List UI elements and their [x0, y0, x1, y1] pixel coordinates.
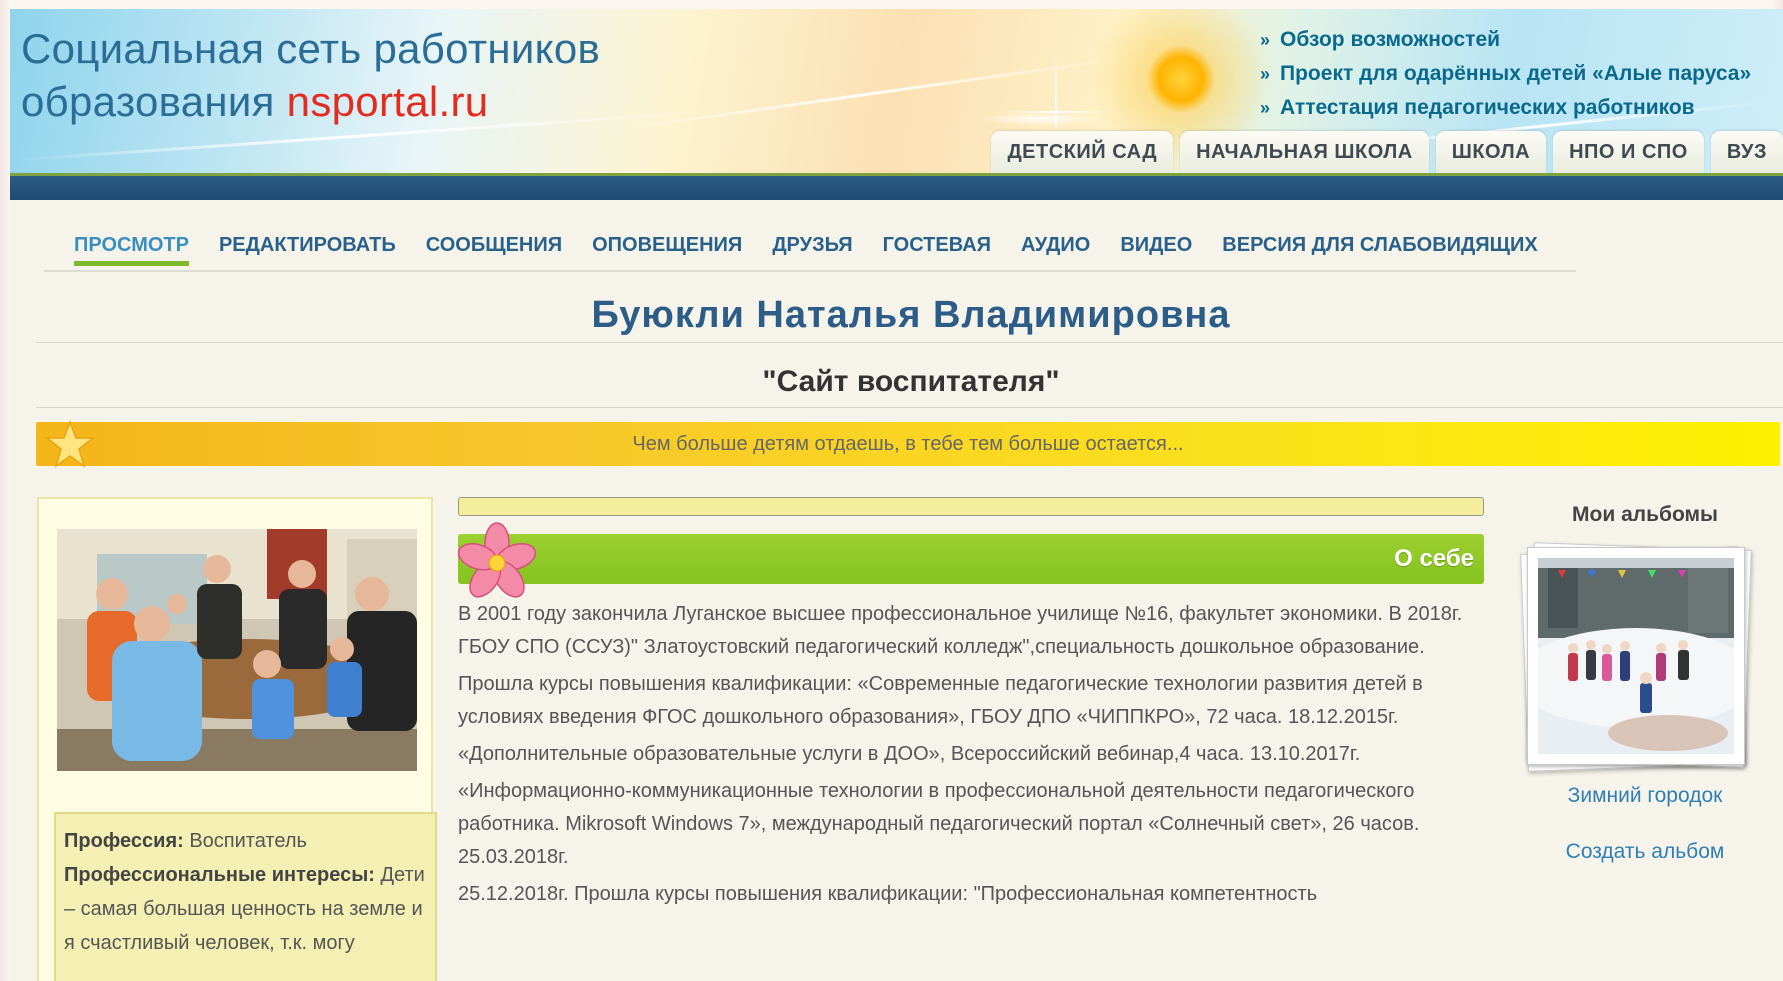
profile-card: Профессия: Воспитатель Профессиональные …: [37, 497, 437, 981]
tab-kindergarten[interactable]: ДЕТСКИЙ САД: [991, 131, 1174, 173]
divider: [36, 407, 1783, 408]
profile-info: Профессия: Воспитатель Профессиональные …: [54, 812, 437, 981]
interests-label: Профессиональные интересы:: [64, 864, 375, 886]
site-title-line2: образования nsportal.ru: [21, 75, 600, 128]
owner-name: Буюкли Наталья Владимировна: [591, 294, 1231, 336]
top-link-overview[interactable]: » Обзор возможностей: [1260, 23, 1751, 57]
nav-video[interactable]: ВИДЕО: [1120, 234, 1192, 264]
nav-view[interactable]: ПРОСМОТР: [74, 234, 189, 266]
about-paragraph: В 2001 году закончила Луганское высшее п…: [458, 603, 1463, 658]
about-paragraph: Прошла курсы повышения квалификации: «Со…: [458, 673, 1423, 728]
top-link-project[interactable]: » Проект для одарённых детей «Алые паруса…: [1260, 57, 1751, 91]
top-link-attestation[interactable]: » Аттестация педагогических работников: [1260, 91, 1751, 125]
top-links: » Обзор возможностей » Проект для одарённы…: [1260, 23, 1751, 125]
about-paragraph: «Дополнительные образовательные услуги в…: [458, 743, 1361, 765]
about-header: О себе: [457, 522, 1484, 598]
motto-bar: Чем больше детям отдаешь, в тебе тем бол…: [36, 419, 1780, 468]
profession-row: Профессия: Воспитатель: [64, 824, 427, 858]
album-photo-image: [1538, 558, 1734, 754]
nav-messages[interactable]: СООБЩЕНИЯ: [426, 234, 562, 264]
tab-npo-spo[interactable]: НПО И СПО: [1553, 131, 1704, 173]
nav-friends[interactable]: ДРУЗЬЯ: [772, 234, 852, 264]
header-bar: [10, 173, 1783, 200]
nav-notifications[interactable]: ОПОВЕЩЕНИЯ: [592, 234, 742, 264]
album-photo: [1538, 558, 1734, 754]
site-brand: nsportal.ru: [286, 78, 489, 125]
link-marker: »: [1260, 30, 1271, 50]
about-title: О себе: [1394, 545, 1474, 572]
nav-edit[interactable]: РЕДАКТИРОВАТЬ: [219, 234, 396, 264]
header-decoration: [995, 111, 1115, 113]
motto-text: Чем больше детям отдаешь, в тебе тем бол…: [632, 433, 1184, 455]
nav-accessible-version[interactable]: ВЕРСИЯ ДЛЯ СЛАБОВИДЯЩИХ: [1222, 234, 1537, 264]
top-link-label: Проект для одарённых детей «Алые паруса»: [1280, 62, 1752, 85]
page: Социальная сеть работников образования n…: [10, 9, 1783, 981]
album-caption-link[interactable]: Зимний городок: [1515, 784, 1775, 808]
album-card: [1527, 547, 1745, 765]
tab-school[interactable]: ШКОЛА: [1435, 131, 1547, 173]
profile-photo-image: [57, 529, 417, 771]
site-logo-title[interactable]: Социальная сеть работников образования n…: [21, 22, 600, 128]
divider: [36, 342, 1783, 343]
profile-photo[interactable]: [57, 529, 417, 771]
interests-row: Профессиональные интересы: Дети – самая …: [64, 858, 427, 960]
about-paragraph: «Информационно-коммуникационные технолог…: [458, 780, 1420, 868]
top-link-label: Аттестация педагогических работников: [1280, 96, 1695, 119]
profile-nav: ПРОСМОТР РЕДАКТИРОВАТЬ СООБЩЕНИЯ ОПОВЕЩЕ…: [44, 222, 1576, 272]
tab-university[interactable]: ВУЗ: [1710, 131, 1783, 173]
about-text: В 2001 году закончила Луганское высшее п…: [458, 598, 1498, 915]
link-marker: »: [1260, 64, 1271, 84]
profession-label: Профессия:: [64, 830, 184, 852]
content-top-bar: [458, 497, 1484, 516]
nav-audio[interactable]: АУДИО: [1021, 234, 1090, 264]
top-link-label: Обзор возможностей: [1280, 28, 1501, 51]
albums-title: Мои альбомы: [1572, 503, 1718, 526]
flower-icon: [457, 522, 537, 598]
site-header: Социальная сеть работников образования n…: [10, 9, 1783, 184]
album-thumbnail[interactable]: [1520, 542, 1754, 774]
site-subtitle: "Сайт воспитателя": [762, 365, 1060, 398]
tab-primary-school[interactable]: НАЧАЛЬНАЯ ШКОЛА: [1180, 131, 1429, 173]
create-album-link[interactable]: Создать альбом: [1515, 840, 1775, 864]
profession-value: Воспитатель: [183, 830, 307, 852]
about-paragraph: 25.12.2018г. Прошла курсы повышения квал…: [458, 883, 1318, 905]
site-title-prefix: образования: [21, 78, 287, 125]
site-title-line1: Социальная сеть работников: [21, 25, 601, 72]
nav-guestbook[interactable]: ГОСТЕВАЯ: [883, 234, 991, 264]
link-marker: »: [1260, 98, 1271, 118]
header-decoration: [609, 56, 1126, 132]
section-tabs: ДЕТСКИЙ САД НАЧАЛЬНАЯ ШКОЛА ШКОЛА НПО И …: [991, 131, 1783, 173]
